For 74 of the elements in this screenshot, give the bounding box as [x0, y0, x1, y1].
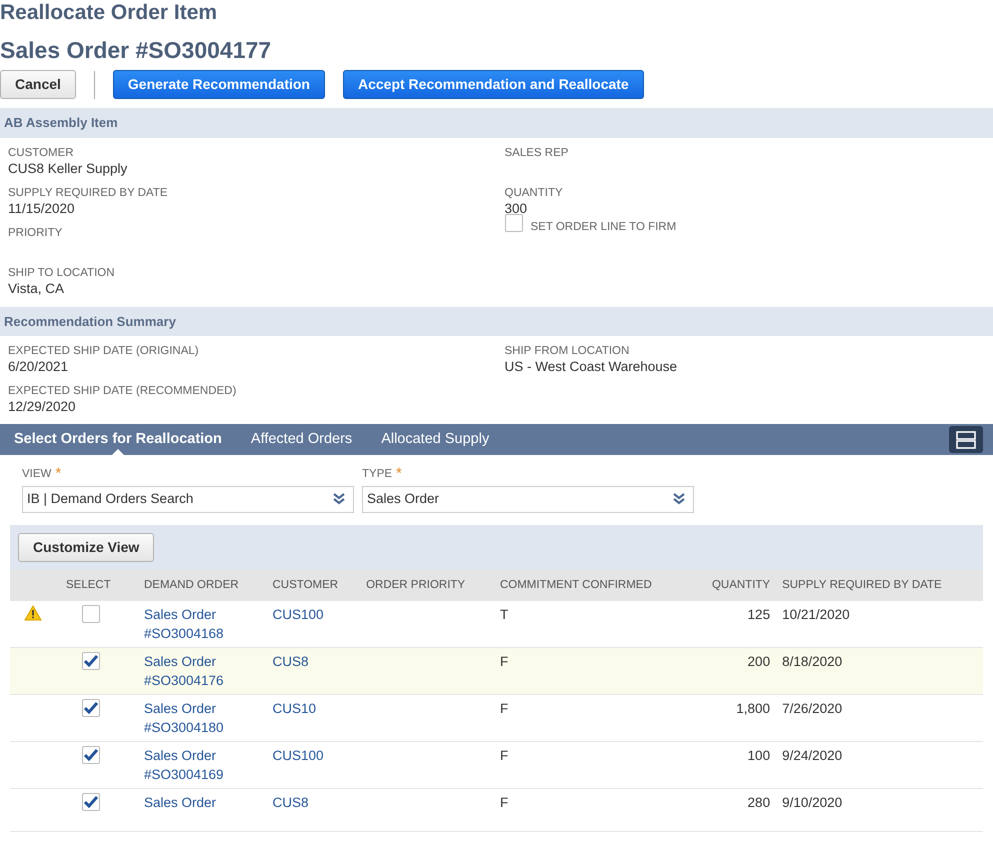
dropdown[interactable]: IB | Demand Orders Search [22, 486, 354, 512]
field-value: Vista, CA [8, 280, 66, 298]
table-cell: 8/18/2020 [776, 647, 983, 694]
column-header: SELECT [60, 570, 138, 601]
column-header: ORDER PRIORITY [360, 570, 494, 601]
field-value: 11/15/2020 [8, 200, 76, 218]
page-title: Reallocate Order Item [0, 0, 218, 26]
table-cell: F [494, 647, 692, 694]
field-value: 12/29/2020 [8, 398, 77, 416]
field-label: TYPE [362, 467, 392, 482]
order-link[interactable]: Sales Order #SO3004180 [144, 698, 260, 737]
table-cell: 9/24/2020 [776, 741, 983, 788]
action-button[interactable]: Generate Recommendation [112, 70, 325, 99]
field-label: PRIORITY [8, 226, 64, 240]
action-button[interactable]: Accept Recommendation and Reallocate [342, 70, 644, 99]
field-label: VIEW [22, 467, 52, 482]
table-cell: 10/21/2020 [776, 600, 983, 648]
field-label: SHIP FROM LOCATION [504, 344, 630, 358]
double-chevron-icon [673, 493, 685, 505]
checkbox-label: SET ORDER LINE TO FIRM [530, 220, 676, 234]
checkbox[interactable] [82, 792, 100, 811]
table-cell: F [494, 741, 692, 788]
field-label: SHIP TO LOCATION [8, 266, 116, 280]
checkbox[interactable] [82, 652, 100, 670]
column-header: CUSTOMER [266, 570, 360, 601]
table-cell: F [494, 694, 692, 742]
field-label: CUSTOMER [8, 146, 75, 160]
section-header: Recommendation Summary [0, 306, 993, 336]
table-cell: 125 [692, 600, 776, 648]
field-label: QUANTITY [504, 186, 564, 200]
tab[interactable]: Allocated Supply [381, 424, 490, 455]
double-chevron-icon [333, 493, 345, 505]
field-label: EXPECTED SHIP DATE (RECOMMENDED) [8, 384, 238, 398]
table-cell: 200 [692, 647, 776, 694]
column-header: QUANTITY [692, 570, 776, 601]
order-link[interactable]: Sales Order #SO3004168 [144, 604, 260, 643]
required-mark: * [55, 464, 62, 484]
checkbox[interactable] [82, 746, 100, 764]
checkbox[interactable] [82, 698, 100, 717]
table-cell: 280 [692, 788, 776, 832]
dropdown[interactable]: Sales Order [362, 486, 694, 512]
customer-link[interactable]: CUS100 [272, 748, 324, 763]
checkbox[interactable] [82, 604, 100, 623]
table-cell: 100 [692, 741, 776, 788]
table-cell: F [494, 788, 692, 832]
table-cell: 7/26/2020 [776, 694, 983, 742]
checkbox[interactable] [504, 214, 522, 232]
column-header: SUPPLY REQUIRED BY DATE [776, 570, 983, 601]
field-label: SUPPLY REQUIRED BY DATE [8, 186, 169, 200]
field-value: 6/20/2021 [8, 358, 70, 376]
record-title: Sales Order #SO3004177 [0, 36, 272, 64]
layout-toggle-icon[interactable] [949, 426, 983, 453]
section-header: AB Assembly Item [0, 108, 993, 138]
order-link[interactable]: Sales Order #SO3004169 [144, 746, 260, 784]
column-header: DEMAND ORDER [138, 570, 266, 601]
field-value: 300 [504, 200, 528, 218]
tab[interactable]: Select Orders for Reallocation [14, 424, 222, 455]
customize-view-button[interactable]: Customize View [18, 532, 154, 562]
customer-link[interactable]: CUS8 [272, 794, 308, 810]
field-label: SALES REP [504, 146, 570, 160]
customer-link[interactable]: CUS100 [272, 606, 324, 622]
table-cell: 1,800 [692, 694, 776, 742]
tab[interactable]: Affected Orders [250, 424, 352, 455]
field-value: CUS8 Keller Supply [8, 160, 128, 178]
field-value: US - West Coast Warehouse [504, 358, 678, 376]
order-link[interactable]: Sales Order [144, 792, 260, 812]
customer-link[interactable]: CUS10 [272, 700, 316, 716]
action-button[interactable]: Cancel [0, 70, 76, 99]
table-cell: 9/10/2020 [776, 788, 983, 832]
customer-link[interactable]: CUS8 [272, 654, 308, 669]
column-header: COMMITMENT CONFIRMED [494, 570, 692, 601]
table-cell: T [494, 600, 692, 648]
field-label: EXPECTED SHIP DATE (ORIGINAL) [8, 344, 200, 358]
required-mark: * [396, 464, 402, 484]
